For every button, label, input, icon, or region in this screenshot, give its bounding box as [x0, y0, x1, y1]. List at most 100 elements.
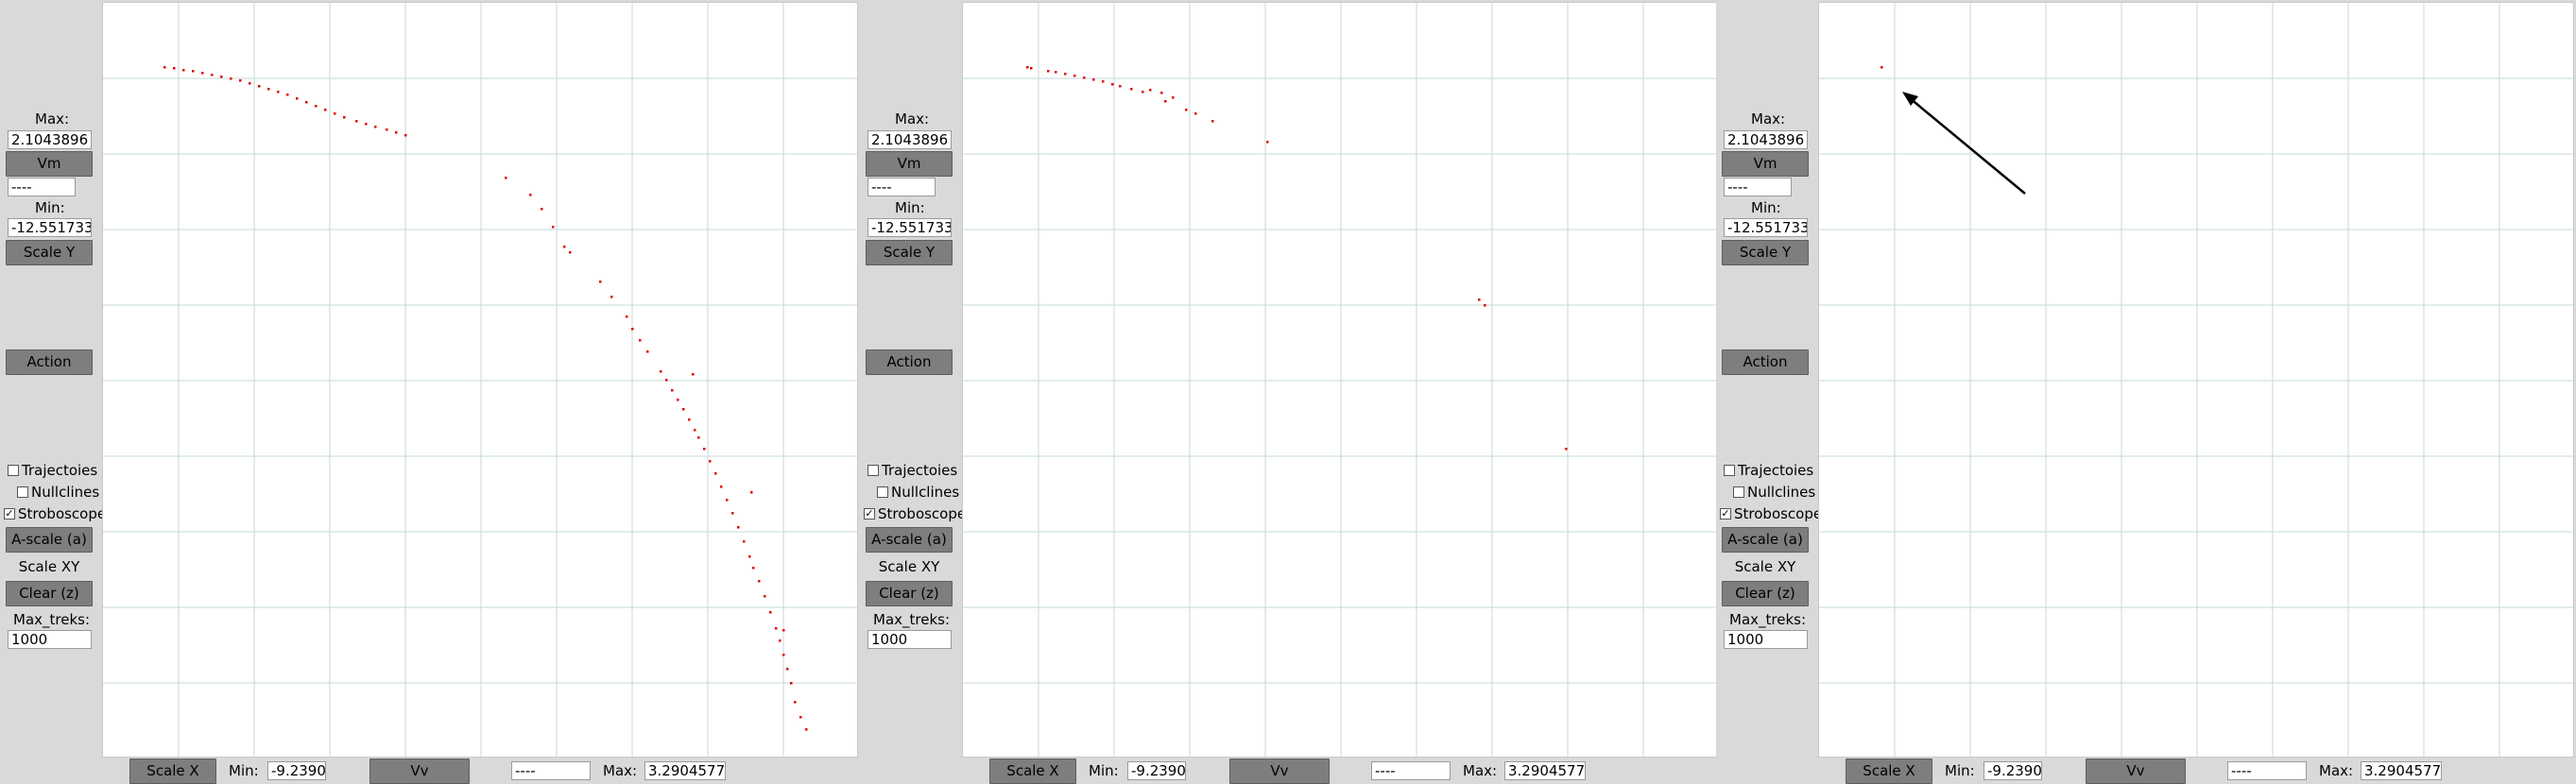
nullclines-checkbox[interactable]: Nullclines [17, 483, 99, 502]
scale-y-button[interactable]: Scale Y [866, 240, 953, 265]
stroboscope-point [211, 74, 214, 77]
y-variable-input[interactable]: ---- [8, 178, 76, 196]
checkbox-label: Nullclines [31, 484, 100, 501]
stroboscope-point [786, 668, 789, 671]
scale-xy-button[interactable]: Scale XY [1722, 554, 1809, 580]
y-max-label: Max: [1751, 111, 1786, 128]
checkbox-box[interactable] [1733, 486, 1744, 498]
x-max-label: Max: [2319, 762, 2354, 779]
y-variable-input[interactable]: ---- [1724, 178, 1792, 196]
scale-x-button[interactable]: Scale X [1846, 758, 1932, 784]
nullclines-checkbox[interactable]: Nullclines [877, 483, 959, 502]
checkbox-box[interactable]: ✓ [4, 508, 15, 520]
scale-x-button[interactable]: Scale X [129, 758, 216, 784]
trajectories-checkbox[interactable]: Trajectoies [8, 461, 97, 480]
stroboscope-point [1266, 141, 1269, 144]
checkbox-box[interactable] [1724, 465, 1735, 476]
x-max-input[interactable]: 3.29045770 [644, 761, 726, 780]
stroboscope-point [552, 226, 555, 229]
phase-plot[interactable] [1818, 2, 2574, 758]
max-treks-input[interactable]: 1000 [1724, 630, 1808, 649]
vm-button[interactable]: Vm [1722, 151, 1809, 177]
x-max-input[interactable]: 3.29045770 [2361, 761, 2442, 780]
ascale-button[interactable]: A-scale (a) [6, 527, 93, 553]
vv-button[interactable]: Vv [2086, 758, 2186, 784]
stroboscope-point [1484, 304, 1486, 307]
vm-button[interactable]: Vm [6, 151, 93, 177]
x-min-input[interactable]: -9.23902 [1984, 761, 2042, 780]
y-max-input[interactable]: 2.1043896 [8, 130, 92, 149]
scale-y-button[interactable]: Scale Y [1722, 240, 1809, 265]
y-variable-input[interactable]: ---- [867, 178, 936, 196]
x-variable-input[interactable]: ---- [2227, 761, 2307, 780]
max-treks-input[interactable]: 1000 [867, 630, 952, 649]
y-min-input[interactable]: -12.5517335 [1724, 218, 1808, 237]
y-min-input[interactable]: -12.5517335 [867, 218, 952, 237]
clear-button[interactable]: Clear (z) [6, 581, 93, 606]
scale-xy-button[interactable]: Scale XY [866, 554, 953, 580]
stroboscope-point [569, 251, 572, 254]
y-max-input[interactable]: 2.1043896 [867, 130, 952, 149]
vm-button[interactable]: Vm [866, 151, 953, 177]
x-variable-input[interactable]: ---- [511, 761, 591, 780]
stroboscope-point [1064, 73, 1067, 76]
ascale-button[interactable]: A-scale (a) [1722, 527, 1809, 553]
y-max-input[interactable]: 2.1043896 [1724, 130, 1808, 149]
x-max-label: Max: [603, 762, 638, 779]
x-max-input[interactable]: 3.29045770 [1504, 761, 1586, 780]
clear-button[interactable]: Clear (z) [1722, 581, 1809, 606]
y-max-label: Max: [35, 111, 70, 128]
checkbox-box[interactable]: ✓ [1720, 508, 1731, 520]
trajectories-checkbox[interactable]: Trajectoies [1724, 461, 1813, 480]
ascale-button[interactable]: A-scale (a) [866, 527, 953, 553]
stroboscope-point [631, 328, 634, 331]
stroboscope-checkbox[interactable]: ✓ Stroboscope [864, 504, 966, 523]
max-treks-label: Max_treks: [1729, 611, 1807, 628]
stroboscope-point [163, 66, 166, 69]
checkbox-label: Nullclines [891, 484, 960, 501]
stroboscope-point [775, 627, 778, 630]
stroboscope-point [682, 408, 685, 411]
checkbox-label: Stroboscope [878, 505, 967, 522]
checkbox-box[interactable] [17, 486, 28, 498]
checkbox-box[interactable]: ✓ [864, 508, 875, 520]
stroboscope-point [794, 701, 797, 704]
stroboscope-checkbox[interactable]: ✓ Stroboscope [4, 504, 106, 523]
phase-plot-canvas [103, 3, 857, 757]
x-min-input[interactable]: -9.23902 [267, 761, 326, 780]
nullclines-checkbox[interactable]: Nullclines [1733, 483, 1815, 502]
clear-button[interactable]: Clear (z) [866, 581, 953, 606]
x-min-input[interactable]: -9.23902 [1127, 761, 1186, 780]
scale-y-button[interactable]: Scale Y [6, 240, 93, 265]
control-sidebar: Max: 2.1043896 Vm ---- Min: -12.5517335 … [1716, 0, 1822, 756]
phase-panel-1: Max: 2.1043896 Vm ---- Min: -12.5517335 … [0, 0, 858, 784]
checkbox-box[interactable] [867, 465, 879, 476]
checkbox-box[interactable] [877, 486, 888, 498]
y-min-input[interactable]: -12.5517335 [8, 218, 92, 237]
stroboscope-point [671, 389, 674, 392]
stroboscope-point [1142, 91, 1144, 94]
x-axis-controls: Scale X Min: -9.23902 Vv ---- Max: 3.290… [962, 758, 1718, 784]
trajectories-checkbox[interactable]: Trajectoies [867, 461, 957, 480]
x-variable-input[interactable]: ---- [1371, 761, 1451, 780]
stroboscope-point [799, 716, 802, 719]
max-treks-input[interactable]: 1000 [8, 630, 92, 649]
stroboscope-point [782, 654, 785, 656]
scale-xy-button[interactable]: Scale XY [6, 554, 93, 580]
phase-plot[interactable] [962, 2, 1718, 758]
x-max-label: Max: [1463, 762, 1498, 779]
action-button[interactable]: Action [6, 349, 93, 375]
scale-x-button[interactable]: Scale X [989, 758, 1076, 784]
stroboscope-point [665, 379, 668, 382]
y-max-label: Max: [895, 111, 930, 128]
stroboscope-checkbox[interactable]: ✓ Stroboscope [1720, 504, 1822, 523]
phase-plot[interactable] [102, 2, 858, 758]
action-button[interactable]: Action [866, 349, 953, 375]
stroboscope-point [1083, 77, 1086, 79]
checkbox-box[interactable] [8, 465, 19, 476]
stroboscope-point [697, 436, 700, 439]
action-button[interactable]: Action [1722, 349, 1809, 375]
stroboscope-point [1026, 66, 1029, 69]
vv-button[interactable]: Vv [369, 758, 470, 784]
vv-button[interactable]: Vv [1229, 758, 1330, 784]
